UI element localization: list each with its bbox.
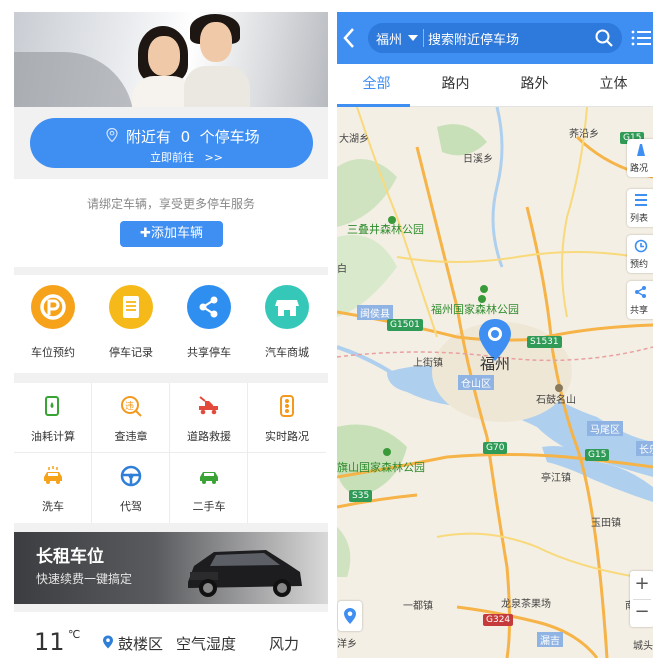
back-arrow-icon[interactable]: [340, 26, 358, 50]
used-car-icon: [200, 472, 218, 484]
search-bar[interactable]: 福州 搜索附近停车场: [368, 23, 622, 53]
share-icon: [187, 285, 231, 329]
tool-fuel-calc[interactable]: 油耗计算: [14, 383, 92, 453]
share-icon: [635, 286, 646, 298]
service-parking-records[interactable]: 停车记录: [92, 275, 170, 373]
bind-vehicle-section: 请绑定车辆，享受更多停车服务 ✚添加车辆: [14, 179, 328, 267]
zoom-control: + −: [630, 571, 653, 627]
temperature-unit: ℃: [68, 628, 81, 641]
tool-live-traffic[interactable]: 实时路况: [248, 383, 326, 453]
humidity-label: 空气湿度: [176, 635, 237, 653]
road-condition-icon: [637, 144, 645, 156]
parking-map-screen: 福州 搜索附近停车场 全部 路内 路外 立体 大湖乡 日溪乡 荞沿乡 G15 三…: [337, 12, 653, 658]
svg-text:违: 违: [125, 401, 134, 412]
map-btn-reserve[interactable]: 预约: [627, 235, 653, 273]
tab-all[interactable]: 全部: [337, 64, 416, 107]
car-wash-icon: [44, 466, 62, 484]
plus-icon: ✚: [140, 226, 151, 241]
parking-p-icon: [31, 285, 75, 329]
shop-icon: [265, 285, 309, 329]
map-view[interactable]: 大湖乡 日溪乡 荞沿乡 G15 三叠井森林公园 白 闽侯县 福州国家森林公园 G…: [337, 107, 653, 658]
location-pin-icon: [103, 635, 113, 649]
add-vehicle-button[interactable]: ✚添加车辆: [120, 221, 223, 247]
map-canvas: [337, 107, 653, 658]
map-btn-share[interactable]: 共享: [627, 281, 653, 319]
search-input[interactable]: 搜索附近停车场: [428, 29, 519, 48]
district-name: 鼓楼区: [118, 635, 164, 653]
zoom-in-button[interactable]: +: [630, 573, 653, 594]
service-car-mall[interactable]: 汽车商城: [248, 275, 326, 373]
caret-down-icon: [408, 35, 418, 41]
search-icon[interactable]: [594, 28, 614, 48]
steering-wheel-icon: [120, 465, 142, 487]
parking-type-tabs: 全部 路内 路外 立体: [337, 64, 653, 107]
service-parking-reservation[interactable]: 车位预约: [14, 275, 92, 373]
traffic-light-icon: [280, 395, 294, 417]
temperature: 11: [34, 628, 65, 656]
service-shared-parking[interactable]: 共享停车: [170, 275, 248, 373]
go-now-text: 立即前往 >>: [150, 151, 223, 164]
notes-icon: [109, 285, 153, 329]
map-top-bar: 福州 搜索附近停车场: [337, 12, 653, 64]
tow-truck-icon: [199, 396, 218, 415]
fuel-icon: [45, 396, 59, 416]
nearby-parking-button[interactable]: 附近有 0 个停车场 立即前往 >>: [30, 118, 313, 168]
list-icon: [635, 194, 647, 206]
tool-check-violation[interactable]: 违 查违章: [92, 383, 170, 453]
zoom-out-button[interactable]: −: [630, 601, 653, 622]
my-location-button[interactable]: [338, 601, 362, 631]
tool-designated-driver[interactable]: 代驾: [92, 453, 170, 523]
man-figure: [184, 12, 250, 107]
location-pin-icon: [106, 128, 118, 142]
map-btn-list[interactable]: 列表: [627, 189, 653, 227]
clock-icon: [634, 239, 648, 253]
tools-grid: 油耗计算 违 查违章 道路救援 实时路况 洗车 代驾 二手车: [14, 383, 328, 523]
tool-car-wash[interactable]: 洗车: [14, 453, 92, 523]
weather-bar: 11 ℃ 鼓楼区 空气湿度 风力: [14, 612, 328, 658]
bind-vehicle-hint: 请绑定车辆，享受更多停车服务: [86, 197, 255, 211]
tab-off-street[interactable]: 路外: [495, 64, 574, 107]
tool-used-car[interactable]: 二手车: [170, 453, 248, 523]
wind-label: 风力: [269, 635, 300, 653]
long-term-parking-banner[interactable]: 长租车位 快速续费一键搞定: [14, 532, 328, 604]
screenshot: 附近有 0 个停车场 立即前往 >> 请绑定车辆，享受更多停车服务 ✚添加车辆 …: [0, 0, 665, 665]
tab-multi-storey[interactable]: 立体: [574, 64, 653, 107]
nearby-count-text: 附近有 0 个停车场: [126, 128, 260, 146]
suv-car-image: [188, 550, 302, 597]
map-btn-traffic[interactable]: 路况: [627, 139, 653, 177]
city-selector[interactable]: 福州: [376, 29, 402, 48]
tool-road-rescue[interactable]: 道路救援: [170, 383, 248, 453]
parking-home-screen: 附近有 0 个停车场 立即前往 >> 请绑定车辆，享受更多停车服务 ✚添加车辆 …: [14, 12, 328, 658]
map-city-label: 福州: [480, 355, 511, 373]
main-services-row: 车位预约 停车记录 共享停车 汽车商城: [14, 275, 328, 373]
list-menu-icon[interactable]: [631, 28, 651, 48]
location-pin-icon: [344, 608, 356, 624]
hero-banner-image: [14, 12, 328, 107]
tab-on-street[interactable]: 路内: [416, 64, 495, 107]
violation-icon: 违: [121, 396, 142, 417]
